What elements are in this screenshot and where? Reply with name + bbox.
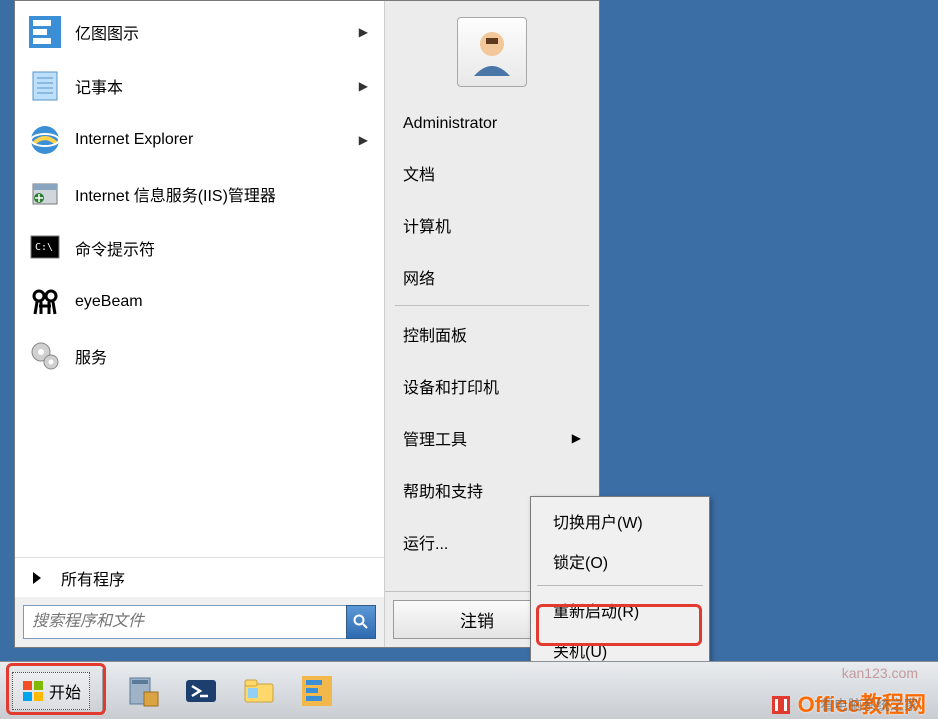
link-network[interactable]: 网络: [385, 251, 599, 303]
run-label: 运行...: [403, 530, 448, 554]
link-computer[interactable]: 计算机: [385, 199, 599, 251]
documents-label: 文档: [403, 161, 435, 185]
program-label: 记事本: [65, 74, 359, 98]
services-icon: [25, 336, 65, 376]
taskbar-server-manager[interactable]: [118, 670, 168, 712]
program-label: Internet 信息服务(IIS)管理器: [65, 182, 374, 206]
program-item-edraw[interactable]: 亿图图示 ▶: [15, 5, 384, 59]
program-item-iis[interactable]: Internet 信息服务(IIS)管理器: [15, 167, 384, 221]
program-item-ie[interactable]: Internet Explorer ▶: [15, 113, 384, 167]
program-label: eyeBeam: [65, 293, 374, 311]
taskbar-separator: [102, 669, 106, 713]
edraw-icon: [300, 674, 334, 708]
divider: [395, 305, 589, 306]
search-row: [15, 597, 384, 647]
all-programs-label: 所有程序: [61, 566, 125, 590]
username-label: Administrator: [403, 115, 497, 133]
program-item-cmd[interactable]: C:\ 命令提示符: [15, 221, 384, 275]
start-menu: 亿图图示 ▶ 记事本 ▶ Internet Explorer ▶: [14, 0, 600, 648]
search-button[interactable]: [346, 605, 376, 639]
edraw-icon: [25, 12, 65, 52]
help-label: 帮助和支持: [403, 478, 483, 502]
submenu-arrow-icon: ▶: [359, 133, 374, 147]
submenu-switch-user[interactable]: 切换用户(W): [531, 501, 709, 541]
program-label: 服务: [65, 344, 374, 368]
admin-tools-label: 管理工具: [403, 426, 467, 450]
pinned-programs-list: 亿图图示 ▶ 记事本 ▶ Internet Explorer ▶: [15, 1, 384, 557]
devices-label: 设备和打印机: [403, 374, 499, 398]
program-label: Internet Explorer: [65, 131, 359, 149]
cmd-icon: C:\: [25, 228, 65, 268]
user-avatar-wrap: [385, 9, 599, 101]
user-avatar[interactable]: [457, 17, 527, 87]
explorer-icon: [242, 674, 276, 708]
ie-icon: [25, 120, 65, 160]
iis-icon: [25, 174, 65, 214]
program-label: 命令提示符: [65, 236, 374, 260]
submenu-restart[interactable]: 重新启动(R): [531, 590, 709, 630]
program-item-notepad[interactable]: 记事本 ▶: [15, 59, 384, 113]
network-label: 网络: [403, 265, 435, 289]
all-programs-button[interactable]: 所有程序: [15, 557, 384, 597]
search-input[interactable]: [23, 605, 347, 639]
server-manager-icon: [126, 674, 160, 708]
arrow-right-icon: [33, 572, 41, 584]
link-username[interactable]: Administrator: [385, 101, 599, 147]
svg-text:C:\: C:\: [35, 242, 53, 253]
link-documents[interactable]: 文档: [385, 147, 599, 199]
submenu-arrow-icon: ▶: [572, 431, 581, 445]
submenu-lock[interactable]: 锁定(O): [531, 541, 709, 581]
link-admin-tools[interactable]: 管理工具 ▶: [385, 412, 599, 464]
start-label: 开始: [49, 679, 81, 703]
program-label: 亿图图示: [65, 20, 359, 44]
taskbar-edraw[interactable]: [292, 670, 342, 712]
start-menu-left-panel: 亿图图示 ▶ 记事本 ▶ Internet Explorer ▶: [15, 1, 385, 647]
start-button[interactable]: 开始: [12, 672, 90, 710]
taskbar-explorer[interactable]: [234, 670, 284, 712]
user-icon: [464, 24, 520, 80]
powershell-icon: [184, 674, 218, 708]
divider: [537, 585, 703, 586]
computer-label: 计算机: [403, 213, 451, 237]
eyebeam-icon: [25, 282, 65, 322]
search-icon: [353, 614, 369, 630]
submenu-arrow-icon: ▶: [359, 79, 374, 93]
program-item-eyebeam[interactable]: eyeBeam: [15, 275, 384, 329]
taskbar: 开始: [0, 661, 938, 719]
program-item-services[interactable]: 服务: [15, 329, 384, 383]
windows-logo-icon: [21, 679, 45, 703]
power-submenu: 切换用户(W) 锁定(O) 重新启动(R) 关机(U): [530, 496, 710, 675]
link-control-panel[interactable]: 控制面板: [385, 308, 599, 360]
control-panel-label: 控制面板: [403, 322, 467, 346]
submenu-arrow-icon: ▶: [359, 25, 374, 39]
notepad-icon: [25, 66, 65, 106]
taskbar-powershell[interactable]: [176, 670, 226, 712]
link-devices[interactable]: 设备和打印机: [385, 360, 599, 412]
